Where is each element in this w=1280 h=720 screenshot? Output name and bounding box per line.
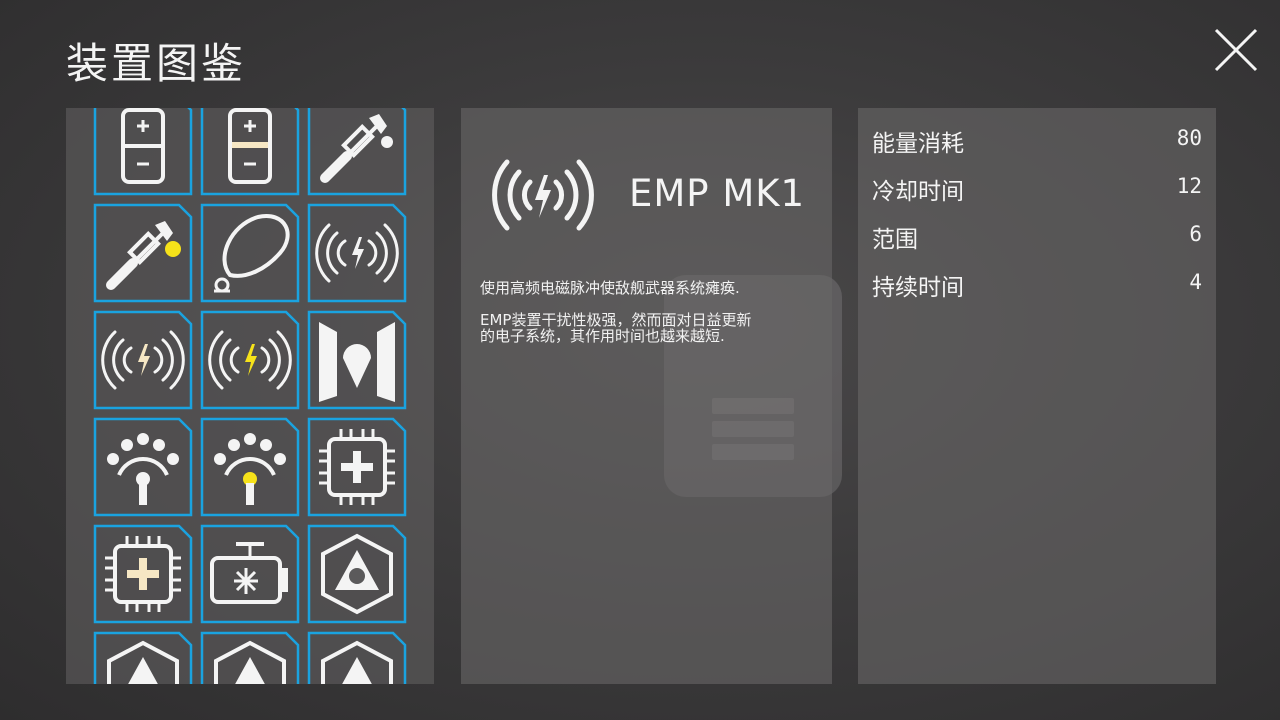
device-slot-emp-cream[interactable] bbox=[93, 310, 193, 410]
device-description: 使用高频电磁脉冲使敌舰武器系统瘫痪. EMP装置干扰性极强，然而面对日益更新 的… bbox=[480, 279, 752, 345]
stat-label: 持续时间 bbox=[872, 275, 964, 301]
cloak-icon bbox=[319, 322, 395, 402]
device-slot-sensor[interactable] bbox=[93, 417, 193, 517]
sensor-icon bbox=[107, 433, 179, 505]
battery-icon bbox=[121, 108, 165, 184]
stat-row-energy: 能量消耗 80 bbox=[872, 124, 1202, 158]
stat-value: 6 bbox=[1189, 222, 1202, 246]
cooler-icon bbox=[210, 542, 288, 604]
device-slot-hex-b[interactable] bbox=[200, 631, 300, 684]
device-slot-emp-yellow[interactable] bbox=[200, 310, 300, 410]
chip-plus-icon bbox=[319, 429, 395, 505]
stat-value: 80 bbox=[1176, 126, 1202, 150]
device-slot-emp[interactable] bbox=[307, 203, 407, 303]
laser-torch-icon bbox=[106, 221, 181, 290]
stat-row-range: 范围 6 bbox=[872, 220, 1202, 254]
laser-torch-icon bbox=[320, 114, 393, 183]
hex-partial-icon bbox=[214, 640, 286, 684]
emp-icon bbox=[492, 159, 594, 231]
device-slot-sensor-yellow[interactable] bbox=[200, 417, 300, 517]
sensor-icon bbox=[214, 433, 286, 505]
hex-partial-icon bbox=[321, 640, 393, 684]
device-slot-laser-torch[interactable] bbox=[307, 108, 407, 196]
device-slot-cooler[interactable] bbox=[200, 524, 300, 624]
device-slot-laser-torch-yellow[interactable] bbox=[93, 203, 193, 303]
emp-icon bbox=[208, 330, 292, 390]
device-stats-panel: 能量消耗 80 冷却时间 12 范围 6 持续时间 4 bbox=[858, 108, 1216, 684]
device-slot-hex-drone[interactable] bbox=[307, 524, 407, 624]
stat-value: 4 bbox=[1189, 270, 1202, 294]
hex-partial-icon bbox=[107, 640, 179, 684]
page-title: 装置图鉴 bbox=[66, 39, 247, 88]
emp-icon bbox=[315, 223, 399, 283]
device-slot-hex-c[interactable] bbox=[307, 631, 407, 684]
device-slot-repair-chip-cream[interactable] bbox=[93, 524, 193, 624]
device-grid-panel[interactable] bbox=[66, 108, 434, 684]
shield-bubble-icon bbox=[214, 214, 290, 293]
device-slot-hex-a[interactable] bbox=[93, 631, 193, 684]
device-slot-cloak-map[interactable] bbox=[307, 310, 407, 410]
chip-plus-icon bbox=[105, 536, 181, 612]
stat-row-cooldown: 冷却时间 12 bbox=[872, 172, 1202, 206]
close-button[interactable] bbox=[1212, 28, 1260, 72]
device-detail-panel: EMP MK1 使用高频电磁脉冲使敌舰武器系统瘫痪. EMP装置干扰性极强，然而… bbox=[461, 108, 832, 684]
close-icon bbox=[1214, 28, 1258, 72]
stat-row-duration: 持续时间 4 bbox=[872, 268, 1202, 302]
emp-icon bbox=[101, 330, 185, 390]
hex-drone-icon bbox=[321, 533, 393, 615]
stat-value: 12 bbox=[1176, 174, 1202, 198]
device-name: EMP MK1 bbox=[629, 172, 806, 215]
device-slot-battery-charged[interactable] bbox=[200, 108, 300, 196]
device-slot-shield-bubble[interactable] bbox=[200, 203, 300, 303]
stat-label: 能量消耗 bbox=[872, 131, 964, 157]
device-slot-repair-chip[interactable] bbox=[307, 417, 407, 517]
battery-icon bbox=[228, 108, 272, 184]
stat-label: 冷却时间 bbox=[872, 179, 964, 205]
stat-label: 范围 bbox=[872, 227, 918, 253]
device-slot-battery[interactable] bbox=[93, 108, 193, 196]
